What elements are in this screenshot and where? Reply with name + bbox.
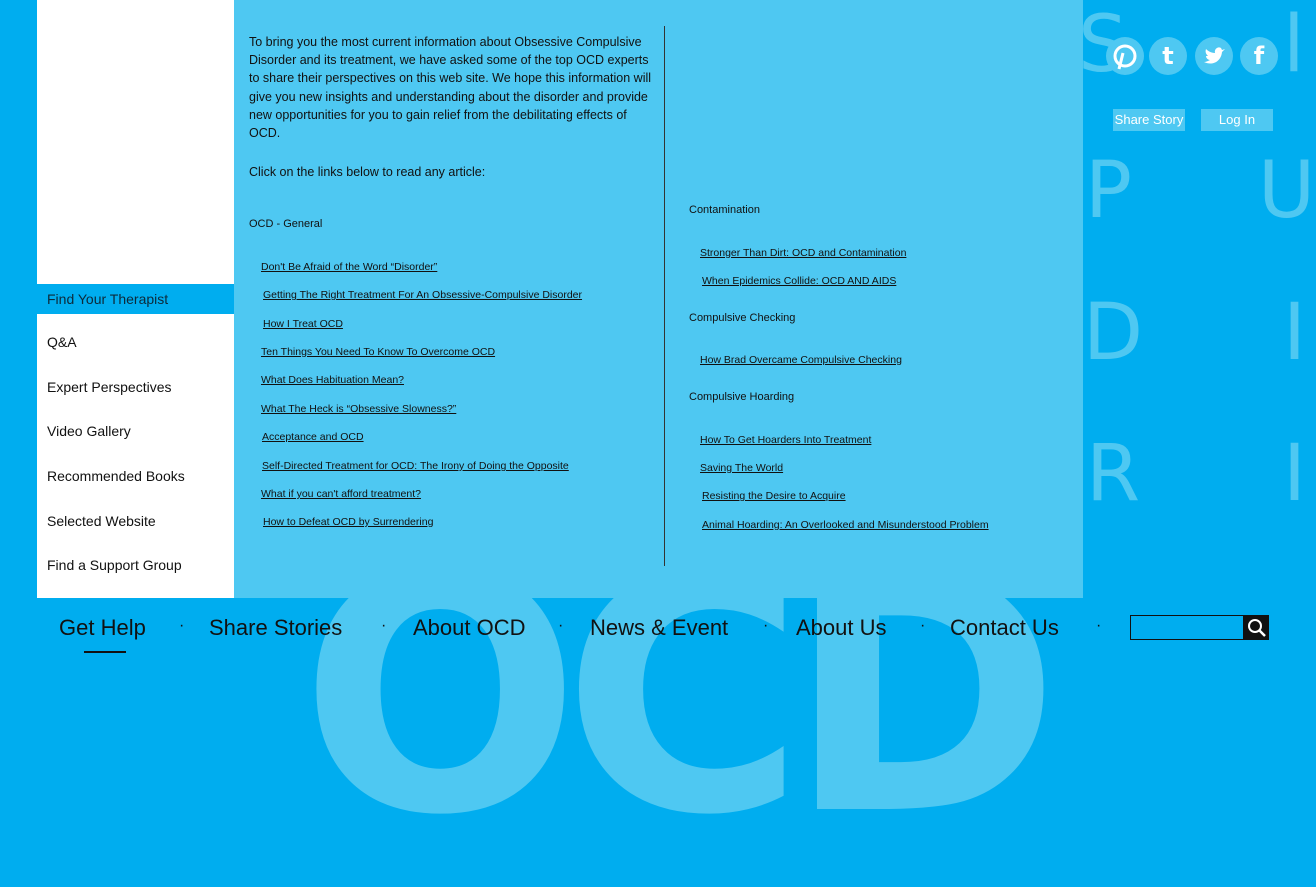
tumblr-icon[interactable]: t xyxy=(1149,37,1187,75)
article-link[interactable]: Ten Things You Need To Know To Overcome … xyxy=(261,346,495,358)
pinterest-icon[interactable] xyxy=(1106,37,1144,75)
article-link[interactable]: How I Treat OCD xyxy=(263,318,343,330)
article-link[interactable]: What The Heck is “Obsessive Slowness?” xyxy=(261,403,456,415)
intro-text: To bring you the most current informatio… xyxy=(249,35,652,141)
sidebar-item-video-gallery[interactable]: Video Gallery xyxy=(37,416,234,446)
article-link[interactable]: How Brad Overcame Compulsive Checking xyxy=(700,354,902,366)
nav-separator: · xyxy=(763,617,769,634)
facebook-icon[interactable]: f xyxy=(1240,37,1278,75)
deco-letter-p: P xyxy=(1085,146,1133,236)
nav-separator: · xyxy=(381,617,387,634)
sidebar-item-selected-website[interactable]: Selected Website xyxy=(37,506,234,536)
section-heading-compulsive-hoarding: Compulsive Hoarding xyxy=(689,391,795,403)
nav-separator: · xyxy=(558,617,564,634)
article-link[interactable]: How to Defeat OCD by Surrendering xyxy=(263,516,433,528)
deco-letter-i: I xyxy=(1283,288,1307,378)
deco-letter-d: D xyxy=(1083,288,1144,378)
twitter-icon[interactable] xyxy=(1195,37,1233,75)
nav-share-stories[interactable]: Share Stories xyxy=(209,615,342,641)
nav-separator: · xyxy=(920,617,926,634)
section-heading-contamination: Contamination xyxy=(689,204,760,216)
article-link[interactable]: What Does Habituation Mean? xyxy=(261,374,404,386)
sidebar: Find Your Therapist Q&A Expert Perspecti… xyxy=(37,0,234,598)
sidebar-item-expert-perspectives[interactable]: Expert Perspectives xyxy=(37,372,234,402)
instruction-text: Click on the links below to read any art… xyxy=(249,165,486,179)
sidebar-item-find-your-therapist[interactable]: Find Your Therapist xyxy=(37,284,234,314)
article-link[interactable]: Stronger Than Dirt: OCD and Contaminatio… xyxy=(700,247,906,259)
deco-letter-u: U xyxy=(1258,146,1316,236)
article-link[interactable]: Resisting the Desire to Acquire xyxy=(702,490,846,502)
sidebar-item-qa[interactable]: Q&A xyxy=(37,327,234,357)
section-heading-compulsive-checking: Compulsive Checking xyxy=(689,312,796,324)
nav-get-help[interactable]: Get Help xyxy=(59,615,146,641)
search-input[interactable] xyxy=(1130,615,1244,640)
column-divider xyxy=(664,26,665,566)
search-icon xyxy=(1248,619,1266,637)
article-link[interactable]: When Epidemics Collide: OCD AND AIDS xyxy=(702,275,896,287)
search-button[interactable] xyxy=(1244,615,1269,640)
article-link[interactable]: Don't Be Afraid of the Word “Disorder” xyxy=(261,261,437,273)
content-panel: To bring you the most current informatio… xyxy=(234,0,1083,598)
article-link[interactable]: Acceptance and OCD xyxy=(262,431,364,443)
article-link[interactable]: Saving The World xyxy=(700,462,783,474)
deco-letter-i-lower: I xyxy=(1283,429,1307,519)
nav-about-ocd[interactable]: About OCD xyxy=(413,615,526,641)
nav-active-underline xyxy=(84,651,126,653)
article-link[interactable]: Animal Hoarding: An Overlooked and Misun… xyxy=(702,519,989,531)
share-story-button[interactable]: Share Story xyxy=(1113,109,1185,131)
article-link[interactable]: What if you can't afford treatment? xyxy=(261,488,421,500)
nav-separator: · xyxy=(179,617,185,634)
article-link[interactable]: Self-Directed Treatment for OCD: The Iro… xyxy=(262,460,569,472)
deco-letter-l: l xyxy=(1283,0,1305,90)
nav-separator: · xyxy=(1096,617,1102,634)
nav-about-us[interactable]: About Us xyxy=(796,615,887,641)
deco-letter-r: R xyxy=(1086,429,1141,519)
section-heading-ocd-general: OCD - General xyxy=(249,218,323,230)
sidebar-item-recommended-books[interactable]: Recommended Books xyxy=(37,461,234,491)
nav-news-event[interactable]: News & Event xyxy=(590,615,728,641)
article-link[interactable]: How To Get Hoarders Into Treatment xyxy=(700,434,871,446)
log-in-button[interactable]: Log In xyxy=(1201,109,1273,131)
nav-contact-us[interactable]: Contact Us xyxy=(950,615,1059,641)
article-link[interactable]: Getting The Right Treatment For An Obses… xyxy=(263,289,582,301)
sidebar-item-find-support-group[interactable]: Find a Support Group xyxy=(37,550,234,580)
